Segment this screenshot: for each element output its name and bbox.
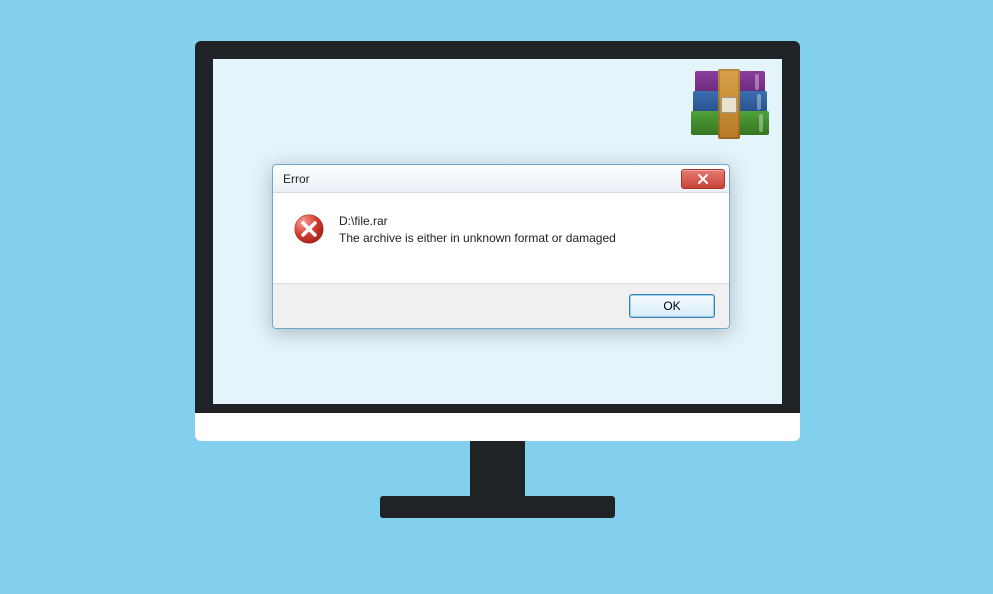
winrar-buckle bbox=[721, 97, 737, 113]
dialog-title: Error bbox=[283, 172, 681, 186]
ok-button[interactable]: OK bbox=[629, 294, 715, 318]
dialog-message: D:\file.rar The archive is either in unk… bbox=[339, 213, 616, 267]
monitor-screen: Error bbox=[213, 59, 782, 404]
monitor-bezel: Error bbox=[195, 41, 800, 421]
dialog-footer: OK bbox=[273, 283, 729, 328]
close-icon bbox=[697, 174, 709, 184]
monitor-base bbox=[380, 496, 615, 518]
dialog-message-text: The archive is either in unknown format … bbox=[339, 230, 616, 247]
dialog-file-path: D:\file.rar bbox=[339, 213, 616, 230]
error-dialog: Error bbox=[272, 164, 730, 329]
winrar-icon bbox=[690, 71, 770, 151]
monitor-chin bbox=[195, 413, 800, 441]
dialog-body: D:\file.rar The archive is either in unk… bbox=[273, 193, 729, 283]
close-button[interactable] bbox=[681, 169, 725, 189]
dialog-titlebar: Error bbox=[273, 165, 729, 193]
monitor-illustration: Error bbox=[195, 41, 800, 461]
error-icon bbox=[293, 213, 325, 245]
monitor-neck bbox=[470, 441, 525, 501]
